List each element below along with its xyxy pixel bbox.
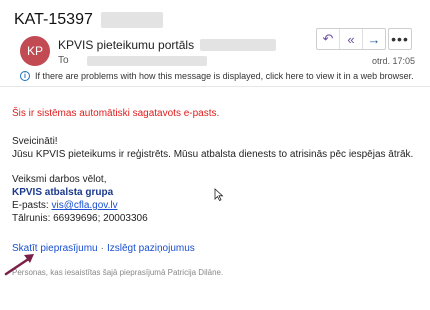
redacted-block <box>100 12 163 28</box>
info-icon: i <box>20 71 30 81</box>
email-subject: KAT-15397 <box>14 11 93 28</box>
email-label: E-pasts: <box>12 200 49 211</box>
more-options-button[interactable]: ••• <box>388 28 412 50</box>
subject-row: KAT-15397 <box>14 8 163 32</box>
disable-notifications-link[interactable]: Izslēgt paziņojumus <box>107 243 195 254</box>
received-date: otrd. 17:05 <box>372 56 416 66</box>
display-info-text[interactable]: If there are problems with how this mess… <box>35 71 414 81</box>
annotation-arrow-icon <box>4 254 34 276</box>
footer-text: Personas, kas iesaistītas šajā pieprasīj… <box>12 268 224 277</box>
mouse-cursor-icon <box>214 188 224 202</box>
message-actions: ↶ « → <box>316 28 386 50</box>
reply-button[interactable]: ↶ <box>317 29 339 49</box>
header-divider <box>0 86 430 87</box>
sender-avatar: KP <box>20 36 50 66</box>
greeting: Sveicināti! <box>12 136 58 147</box>
auto-notice: Šis ir sistēmas automātiski sagatavots e… <box>12 108 220 119</box>
display-info-bar[interactable]: i If there are problems with how this me… <box>20 71 414 81</box>
message-text: Jūsu KPVIS pieteikums ir reģistrēts. Mūs… <box>12 149 414 160</box>
forward-button[interactable]: → <box>362 29 385 49</box>
email-line: E-pasts: vis@cfla.gov.lv <box>12 200 118 211</box>
to-label: To <box>58 55 69 66</box>
email-link[interactable]: vis@cfla.gov.lv <box>51 200 117 211</box>
reply-all-icon: « <box>347 31 355 47</box>
footer-links: Skatīt pieprasījumu · Izslēgt paziņojumus <box>12 243 195 254</box>
sign-off: Veiksmi darbos vēlot, <box>12 174 107 185</box>
phone-line: Tālrunis: 66939696; 20003306 <box>12 213 148 224</box>
reply-icon: ↶ <box>322 31 334 46</box>
recipient-row: To <box>58 55 207 66</box>
sender-name[interactable]: KPVIS pieteikumu portāls <box>58 38 194 52</box>
reply-all-button[interactable]: « <box>339 29 362 49</box>
redacted-block <box>200 39 277 51</box>
sender-row: KPVIS pieteikumu portāls <box>58 38 277 52</box>
forward-icon: → <box>367 31 381 47</box>
link-separator: · <box>100 243 104 254</box>
team-name: KPVIS atbalsta grupa <box>12 187 114 198</box>
more-icon: ••• <box>391 31 409 47</box>
redacted-block <box>86 55 207 66</box>
